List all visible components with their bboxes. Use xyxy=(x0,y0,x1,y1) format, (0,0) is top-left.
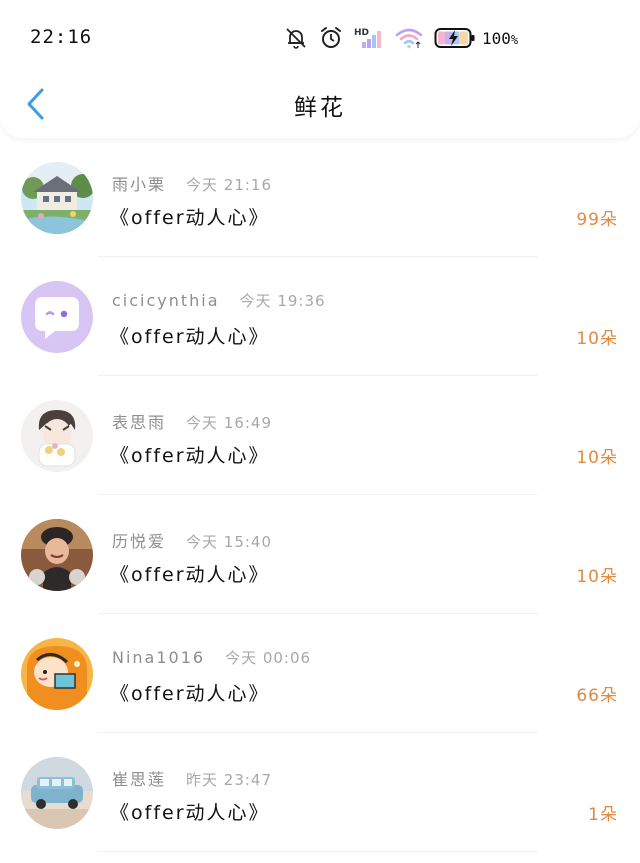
flower-count: 10朵 xyxy=(576,329,618,349)
list-item[interactable]: 表思雨 今天 16:49 《offer动人心》 10朵 xyxy=(0,376,640,495)
list-item[interactable]: 雨小栗 今天 21:16 《offer动人心》 99朵 xyxy=(0,138,640,257)
anime-boy-avatar[interactable] xyxy=(21,400,93,472)
gift-title: 《offer动人心》 xyxy=(110,683,270,705)
wifi-icon xyxy=(394,26,424,50)
gift-title: 《offer动人心》 xyxy=(110,326,270,348)
battery-charging-icon xyxy=(434,26,476,50)
record-time: 今天 21:16 xyxy=(186,176,273,194)
record-time: 今天 16:49 xyxy=(186,414,273,432)
user-name[interactable]: cicicynthia xyxy=(112,291,220,310)
status-icons: HD 100% xyxy=(284,24,518,52)
top-bar: 22:16 HD 100% 鲜花 xyxy=(0,0,640,138)
purple-chat-bubble-avatar[interactable] xyxy=(21,281,93,353)
flower-count: 99朵 xyxy=(576,210,618,230)
person-photo-avatar[interactable] xyxy=(21,519,93,591)
flower-count: 10朵 xyxy=(576,567,618,587)
cartoon-orange-avatar[interactable] xyxy=(21,638,93,710)
blue-car-avatar[interactable] xyxy=(21,757,93,829)
list-item[interactable]: cicicynthia 今天 19:36 《offer动人心》 10朵 xyxy=(0,257,640,376)
user-name[interactable]: 雨小栗 xyxy=(112,171,166,195)
list-item[interactable]: 崔思莲 昨天 23:47 《offer动人心》 1朵 xyxy=(0,733,640,852)
hd-badge-text: HD xyxy=(354,28,369,38)
record-time: 今天 00:06 xyxy=(225,649,312,667)
battery-value: 100 xyxy=(482,28,511,48)
list-item[interactable]: Nina1016 今天 00:06 《offer动人心》 66朵 xyxy=(0,614,640,733)
gift-title: 《offer动人心》 xyxy=(110,802,270,824)
gift-title: 《offer动人心》 xyxy=(110,445,270,467)
record-time: 今天 15:40 xyxy=(186,533,273,551)
battery-unit: % xyxy=(510,32,519,47)
status-bar: 22:16 HD 100% xyxy=(0,0,640,76)
bell-muted-icon xyxy=(284,26,308,50)
page-title: 鲜花 xyxy=(294,95,346,121)
status-time: 22:16 xyxy=(30,26,93,48)
gift-title: 《offer动人心》 xyxy=(110,207,270,229)
flower-count: 10朵 xyxy=(576,448,618,468)
flower-count: 66朵 xyxy=(576,686,618,706)
user-name[interactable]: 表思雨 xyxy=(112,409,166,433)
battery-percent: 100% xyxy=(482,29,518,48)
house-landscape-avatar[interactable] xyxy=(21,162,93,234)
navigation-bar: 鲜花 xyxy=(0,76,640,134)
gift-title: 《offer动人心》 xyxy=(110,564,270,586)
user-name[interactable]: 崔思莲 xyxy=(112,766,166,790)
record-time: 今天 19:36 xyxy=(239,292,326,310)
hd-signal-icon: HD xyxy=(354,26,384,50)
user-name[interactable]: 历悦爱 xyxy=(112,528,166,552)
record-time: 昨天 23:47 xyxy=(186,771,273,789)
flower-records-list: 雨小栗 今天 21:16 《offer动人心》 99朵 cicicynthia … xyxy=(0,138,640,852)
divider xyxy=(98,851,538,852)
flower-count: 1朵 xyxy=(588,805,618,825)
list-item[interactable]: 历悦爱 今天 15:40 《offer动人心》 10朵 xyxy=(0,495,640,614)
alarm-clock-icon xyxy=(318,25,344,51)
user-name[interactable]: Nina1016 xyxy=(112,648,205,667)
